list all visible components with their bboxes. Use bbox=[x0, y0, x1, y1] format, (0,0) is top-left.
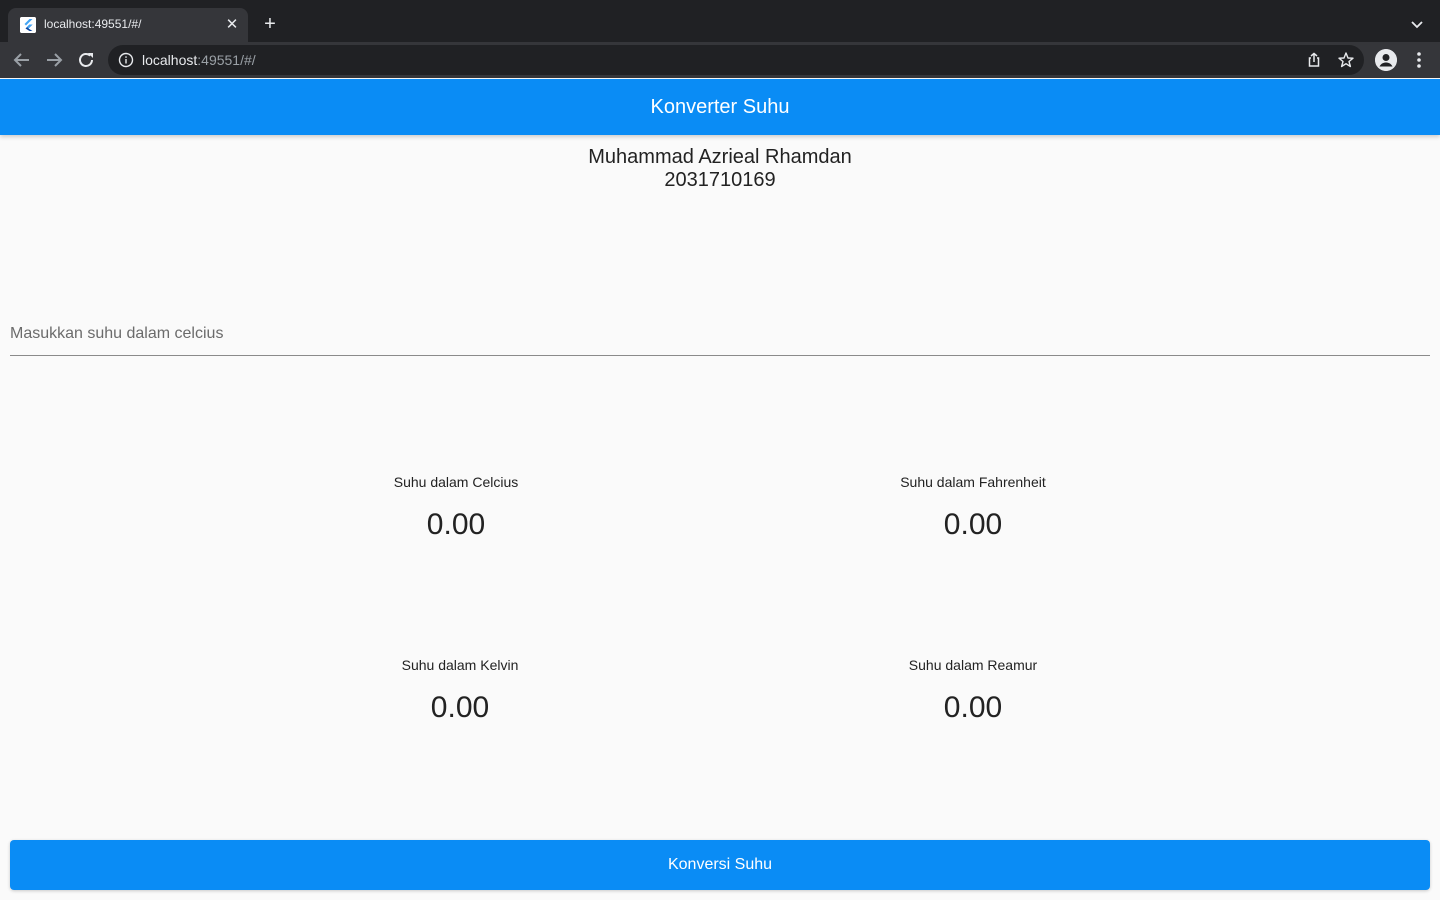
star-icon[interactable] bbox=[1337, 51, 1355, 69]
celcius-input-container bbox=[10, 312, 1430, 357]
result-reamur: Suhu dalam Reamur 0.00 bbox=[823, 657, 1123, 725]
result-label: Suhu dalam Kelvin bbox=[401, 657, 519, 673]
result-value: 0.00 bbox=[943, 508, 1003, 541]
page-title: Konverter Suhu bbox=[650, 96, 790, 118]
result-label: Suhu dalam Celcius bbox=[393, 474, 519, 490]
result-value: 0.00 bbox=[943, 691, 1003, 724]
address-bar[interactable]: localhost:49551/#/ bbox=[108, 45, 1364, 75]
result-value: 0.00 bbox=[430, 691, 490, 724]
author-id: 2031710169 bbox=[664, 169, 776, 191]
profile-icon[interactable] bbox=[1375, 49, 1397, 71]
app-bar: Konverter Suhu bbox=[0, 79, 1440, 135]
browser-toolbar: localhost:49551/#/ bbox=[0, 42, 1440, 78]
chevron-down-icon[interactable] bbox=[1406, 13, 1428, 35]
celcius-input[interactable] bbox=[10, 312, 1430, 356]
browser-tab-strip: localhost:49551/#/ ✕ + bbox=[0, 0, 1440, 42]
close-icon[interactable]: ✕ bbox=[222, 15, 242, 35]
result-label: Suhu dalam Fahrenheit bbox=[900, 474, 1046, 490]
back-arrow-icon[interactable] bbox=[10, 48, 34, 72]
share-icon[interactable] bbox=[1305, 51, 1323, 69]
forward-arrow-icon[interactable] bbox=[42, 48, 66, 72]
tab-title: localhost:49551/#/ bbox=[44, 17, 142, 31]
author-name: Muhammad Azrieal Rhamdan bbox=[588, 146, 852, 168]
convert-button[interactable]: Konversi Suhu bbox=[10, 840, 1430, 890]
url-text: localhost:49551/#/ bbox=[142, 52, 256, 68]
plus-icon[interactable]: + bbox=[259, 13, 281, 35]
result-label: Suhu dalam Reamur bbox=[908, 657, 1038, 673]
result-kelvin: Suhu dalam Kelvin 0.00 bbox=[310, 657, 610, 725]
flutter-favicon-icon bbox=[20, 17, 36, 33]
info-icon[interactable] bbox=[118, 52, 134, 68]
result-value: 0.00 bbox=[426, 508, 486, 541]
reload-icon[interactable] bbox=[74, 48, 98, 72]
more-vert-icon[interactable] bbox=[1410, 49, 1428, 71]
browser-tab[interactable]: localhost:49551/#/ ✕ bbox=[8, 8, 248, 42]
result-celcius: Suhu dalam Celcius 0.00 bbox=[306, 474, 606, 542]
result-fahrenheit: Suhu dalam Fahrenheit 0.00 bbox=[823, 474, 1123, 542]
